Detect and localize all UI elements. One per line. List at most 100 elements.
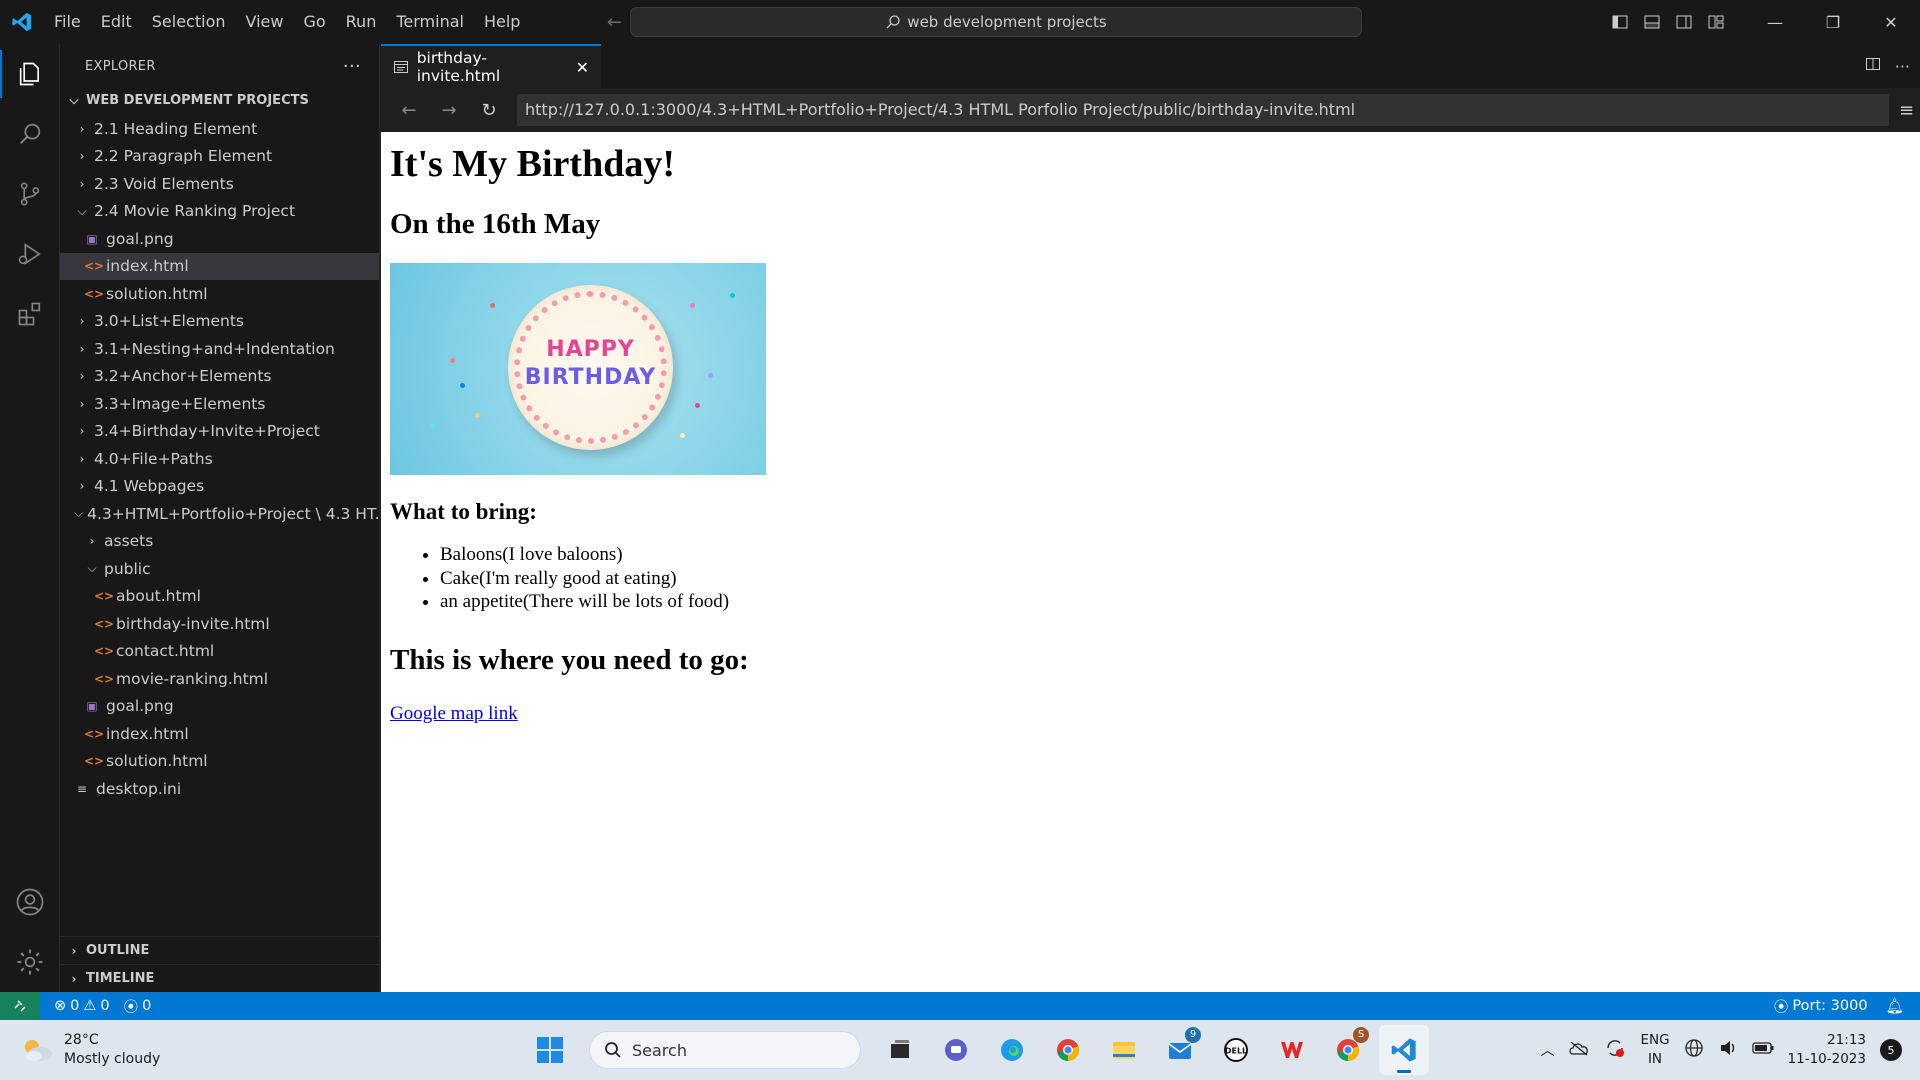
url-bar[interactable]: http://127.0.0.1:3000/4.3+HTML+Portfolio… — [517, 94, 1889, 126]
command-center-search[interactable]: web development projects — [630, 7, 1362, 37]
tree-file[interactable]: <> index.html — [60, 720, 379, 748]
chevron-up-icon[interactable]: ︿ — [1540, 1040, 1554, 1060]
menu-run[interactable]: Run — [336, 7, 387, 37]
chrome-icon[interactable] — [1043, 1025, 1093, 1075]
notifications-bell-icon[interactable]: 🔔︎ — [1886, 998, 1904, 1015]
sprinkle — [460, 383, 465, 388]
toggle-primary-sidebar-icon[interactable] — [1604, 0, 1636, 44]
onedrive-icon[interactable] — [1568, 1040, 1590, 1060]
tree-folder[interactable]: › 4.1 Webpages — [60, 473, 379, 501]
ports-indicator[interactable]: ⦿ 0 — [124, 996, 152, 1017]
timeline-section[interactable]: › TIMELINE — [60, 964, 380, 992]
error-icon: ⊗ — [54, 998, 67, 1014]
task-view-icon[interactable] — [875, 1025, 925, 1075]
menu-edit[interactable]: Edit — [91, 7, 142, 37]
taskbar-search[interactable]: Search — [589, 1031, 861, 1069]
extensions-icon[interactable] — [0, 284, 60, 344]
tree-item-label: goal.png — [106, 229, 174, 248]
reload-icon[interactable]: ↻ — [469, 100, 509, 121]
search-icon[interactable] — [0, 104, 60, 164]
chrome-profile-icon[interactable]: S — [1323, 1025, 1373, 1075]
weather-widget[interactable]: 28°C Mostly cloudy — [20, 1031, 160, 1069]
edge-browser-icon[interactable] — [987, 1025, 1037, 1075]
back-arrow-icon[interactable]: ← — [600, 12, 628, 33]
cake-text-birthday: BIRTHDAY — [524, 365, 657, 390]
tree-folder[interactable]: › 2.3 Void Elements — [60, 170, 379, 198]
tree-folder[interactable]: ⌵ 2.4 Movie Ranking Project — [60, 198, 379, 226]
tree-folder[interactable]: ⌵ 4.3+HTML+Portfolio+Project \ 4.3 HT... — [60, 500, 379, 528]
notification-count-badge[interactable]: 5 — [1880, 1039, 1902, 1061]
browser-menu-icon[interactable]: ≡ — [1899, 100, 1914, 121]
network-globe-icon[interactable] — [1684, 1038, 1704, 1062]
run-debug-icon[interactable] — [0, 224, 60, 284]
explorer-sidebar: EXPLORER ··· ⌵ WEB DEVELOPMENT PROJECTS … — [60, 44, 380, 992]
menu-terminal[interactable]: Terminal — [386, 7, 474, 37]
tree-file[interactable]: <> solution.html — [60, 748, 379, 776]
menu-file[interactable]: File — [44, 7, 91, 37]
tree-file[interactable]: <> solution.html — [60, 280, 379, 308]
dell-app-icon[interactable]: DELL — [1211, 1025, 1261, 1075]
minimize-icon[interactable]: — — [1746, 0, 1804, 44]
tree-file[interactable]: <> movie-ranking.html — [60, 665, 379, 693]
teams-chat-icon[interactable] — [931, 1025, 981, 1075]
close-tab-icon[interactable]: ✕ — [576, 58, 589, 77]
battery-icon[interactable] — [1751, 1041, 1774, 1059]
browser-forward-icon[interactable]: → — [429, 100, 469, 121]
outline-section[interactable]: › OUTLINE — [60, 936, 380, 964]
browser-back-icon[interactable]: ← — [389, 100, 429, 121]
wps-office-icon[interactable] — [1267, 1025, 1317, 1075]
tree-file[interactable]: <> about.html — [60, 583, 379, 611]
tree-folder[interactable]: › 2.1 Heading Element — [60, 115, 379, 143]
tree-file[interactable]: ≡ desktop.ini — [60, 775, 379, 803]
more-actions-icon[interactable]: ··· — [1895, 57, 1910, 76]
status-right: ⦿ Port: 3000 🔔︎ — [1760, 996, 1904, 1017]
split-editor-icon[interactable] — [1865, 56, 1881, 76]
tree-folder[interactable]: › 4.0+File+Paths — [60, 445, 379, 473]
tree-file[interactable]: <> birthday-invite.html — [60, 610, 379, 638]
tree-folder[interactable]: › assets — [60, 528, 379, 556]
menu-view[interactable]: View — [236, 7, 294, 37]
toggle-secondary-sidebar-icon[interactable] — [1668, 0, 1700, 44]
html-file-icon: <> — [94, 644, 115, 659]
project-folder-header[interactable]: ⌵ WEB DEVELOPMENT PROJECTS — [60, 88, 379, 112]
clock[interactable]: 21:13 11-10-2023 — [1788, 1031, 1866, 1069]
remote-indicator-icon[interactable] — [0, 992, 40, 1020]
live-server-port[interactable]: ⦿ Port: 3000 — [1774, 996, 1868, 1017]
mail-icon[interactable]: 9 — [1155, 1025, 1205, 1075]
file-explorer-icon[interactable] — [1099, 1025, 1149, 1075]
tree-folder[interactable]: ⌵ public — [60, 555, 379, 583]
google-map-link[interactable]: Google map link — [390, 703, 518, 725]
customize-layout-icon[interactable] — [1700, 0, 1732, 44]
menu-go[interactable]: Go — [293, 7, 335, 37]
tree-folder[interactable]: › 3.1+Nesting+and+Indentation — [60, 335, 379, 363]
toggle-panel-icon[interactable] — [1636, 0, 1668, 44]
tree-folder[interactable]: › 2.2 Paragraph Element — [60, 143, 379, 171]
tree-file[interactable]: ▣ goal.png — [60, 693, 379, 721]
tree-folder[interactable]: › 3.0+List+Elements — [60, 308, 379, 336]
start-windows-icon[interactable] — [525, 1025, 575, 1075]
restore-icon[interactable]: ❐ — [1804, 0, 1862, 44]
language-indicator[interactable]: ENG IN — [1640, 1031, 1669, 1069]
menu-selection[interactable]: Selection — [142, 7, 236, 37]
tree-folder[interactable]: › 3.2+Anchor+Elements — [60, 363, 379, 391]
tree-file[interactable]: ▣ goal.png — [60, 225, 379, 253]
more-actions-icon[interactable]: ··· — [343, 56, 361, 77]
close-window-icon[interactable]: ✕ — [1862, 0, 1920, 44]
editor-area: birthday-invite.html ✕ ··· ← → ↻ http://… — [381, 44, 1920, 992]
tree-file[interactable]: <> contact.html — [60, 638, 379, 666]
volume-icon[interactable] — [1718, 1038, 1738, 1062]
accounts-icon[interactable] — [0, 872, 60, 932]
explorer-icon[interactable] — [0, 44, 60, 104]
tab-label: birthday-invite.html — [416, 49, 501, 85]
manage-gear-icon[interactable] — [0, 932, 60, 992]
tree-item-label: birthday-invite.html — [116, 614, 270, 633]
tree-folder[interactable]: › 3.4+Birthday+Invite+Project — [60, 418, 379, 446]
vscode-taskbar-icon[interactable] — [1379, 1025, 1429, 1075]
tab-birthday-invite[interactable]: birthday-invite.html ✕ — [381, 44, 601, 88]
sync-icon[interactable] — [1604, 1038, 1626, 1062]
tree-file[interactable]: <> index.html — [60, 252, 379, 280]
problems-indicator[interactable]: ⊗ 0 ⚠ 0 — [54, 998, 110, 1014]
source-control-icon[interactable] — [0, 164, 60, 224]
menu-help[interactable]: Help — [474, 7, 530, 37]
tree-folder[interactable]: › 3.3+Image+Elements — [60, 390, 379, 418]
